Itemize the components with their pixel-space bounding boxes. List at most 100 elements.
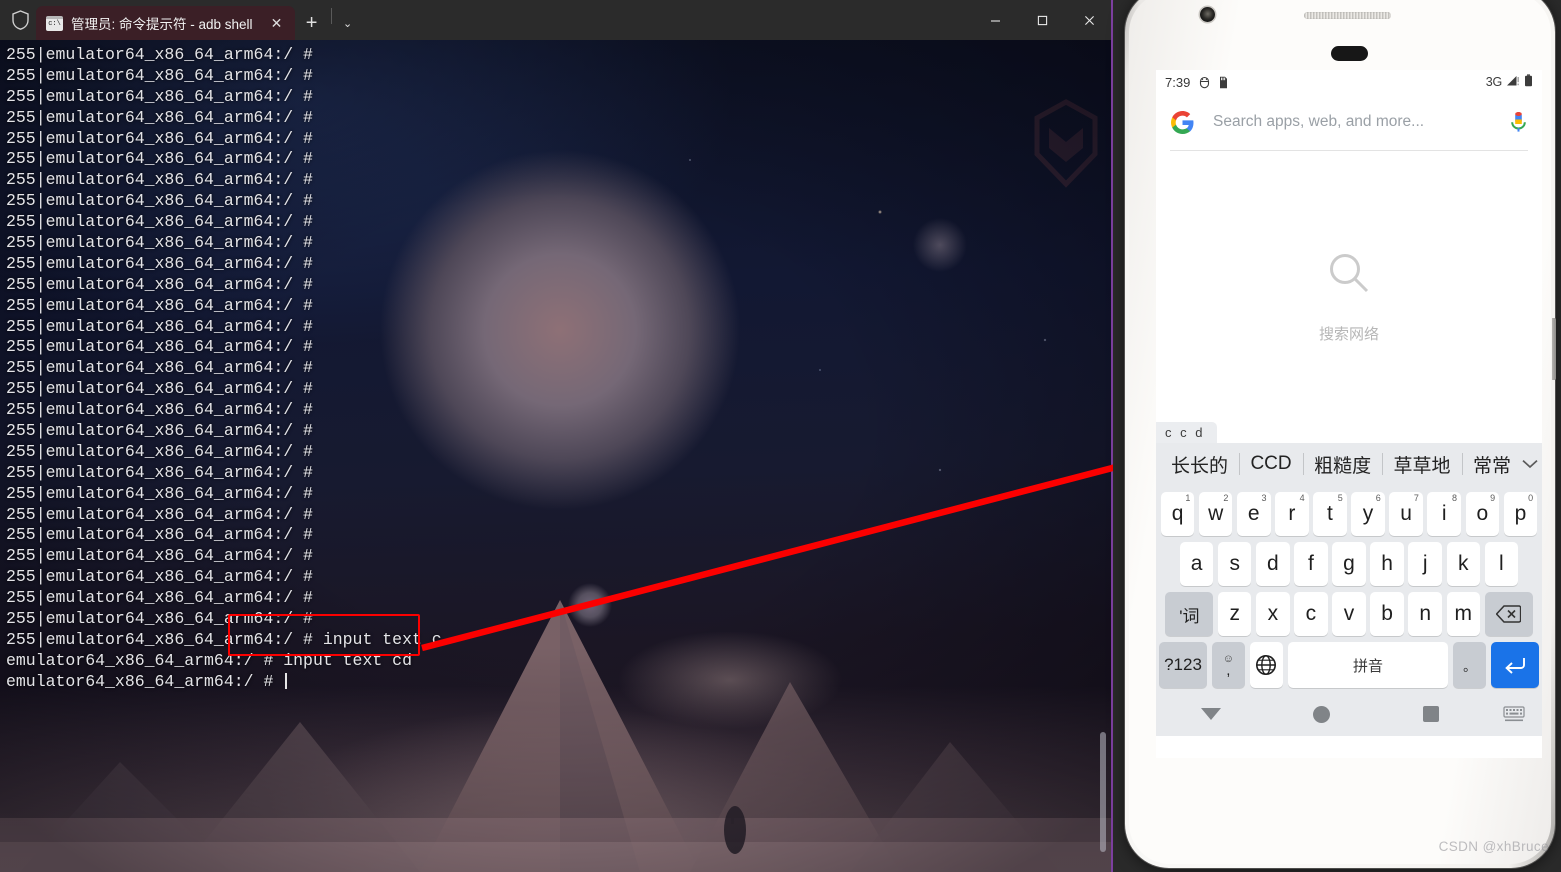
key-number-hint: 7 bbox=[1413, 493, 1419, 503]
key-r[interactable]: 4r bbox=[1275, 492, 1309, 536]
key-shift-word[interactable]: '词 bbox=[1165, 592, 1214, 636]
recents-square-icon bbox=[1423, 706, 1439, 722]
magnifier-icon bbox=[1326, 250, 1372, 296]
back-triangle-icon bbox=[1201, 708, 1221, 720]
candidate-bar: 长长的 CCD 粗糙度 草草地 常常 bbox=[1156, 443, 1542, 485]
maximize-button[interactable] bbox=[1019, 0, 1066, 40]
nav-back-button[interactable] bbox=[1156, 708, 1266, 720]
key-number-hint: 1 bbox=[1185, 493, 1191, 503]
minimize-button[interactable] bbox=[972, 0, 1019, 40]
console-icon: c:\ bbox=[46, 15, 63, 31]
candidate-item[interactable]: 草草地 bbox=[1383, 451, 1462, 478]
network-type-label: 3G bbox=[1485, 75, 1502, 89]
key-number-hint: 5 bbox=[1337, 493, 1343, 503]
power-button[interactable] bbox=[1552, 318, 1556, 380]
key-u[interactable]: 7u bbox=[1389, 492, 1423, 536]
tab-title: 管理员: 命令提示符 - adb shell bbox=[71, 17, 253, 32]
key-w[interactable]: 2w bbox=[1198, 492, 1233, 536]
key-b[interactable]: b bbox=[1370, 592, 1404, 636]
earpiece-speaker bbox=[1304, 12, 1391, 19]
microphone-icon[interactable] bbox=[1509, 110, 1528, 134]
key-emoji-comma[interactable]: ☺ , bbox=[1211, 642, 1246, 688]
globe-icon[interactable] bbox=[1249, 642, 1284, 688]
usb-debug-icon bbox=[1199, 76, 1210, 89]
signal-bars-icon bbox=[1506, 74, 1520, 90]
terminal-output[interactable]: 255|emulator64_x86_64_arm64:/ #255|emula… bbox=[0, 40, 1096, 872]
key-spacebar[interactable]: 拼音 bbox=[1287, 642, 1449, 688]
window-titlebar: c:\ 管理员: 命令提示符 - adb shell ✕ + ⌄ bbox=[0, 0, 1111, 40]
key-x[interactable]: x bbox=[1256, 592, 1290, 636]
key-number-hint: 8 bbox=[1451, 493, 1457, 503]
terminal-tab[interactable]: c:\ 管理员: 命令提示符 - adb shell ✕ bbox=[36, 6, 295, 40]
key-period[interactable]: 。 bbox=[1452, 642, 1487, 688]
key-q[interactable]: 1q bbox=[1160, 492, 1195, 536]
key-g[interactable]: g bbox=[1332, 542, 1366, 586]
key-h[interactable]: h bbox=[1370, 542, 1404, 586]
candidate-item[interactable]: 常常 bbox=[1462, 451, 1522, 478]
key-o[interactable]: 9o bbox=[1465, 492, 1500, 536]
search-input[interactable]: Search apps, web, and more... bbox=[1213, 113, 1509, 131]
nav-home-button[interactable] bbox=[1266, 705, 1376, 723]
key-k[interactable]: k bbox=[1446, 542, 1481, 586]
candidate-item[interactable]: 粗糙度 bbox=[1303, 451, 1382, 478]
phone-area: 7:39 3G Search apps, web, and more... 搜索… bbox=[1113, 0, 1561, 872]
key-a[interactable]: a bbox=[1179, 542, 1214, 586]
close-button[interactable] bbox=[1066, 0, 1111, 40]
empty-state: 搜索网络 bbox=[1156, 151, 1542, 443]
candidate-item[interactable]: 长长的 bbox=[1160, 451, 1239, 478]
google-g-icon bbox=[1170, 110, 1195, 135]
key-i[interactable]: 8i bbox=[1427, 492, 1461, 536]
keyboard-row-3: '词 zxcvbnm bbox=[1156, 592, 1542, 636]
candidate-item[interactable]: CCD bbox=[1239, 453, 1302, 475]
key-m[interactable]: m bbox=[1446, 592, 1481, 636]
nav-recents-button[interactable] bbox=[1376, 706, 1486, 722]
key-s[interactable]: s bbox=[1217, 542, 1252, 586]
key-e[interactable]: 3e bbox=[1237, 492, 1271, 536]
home-circle-icon bbox=[1312, 705, 1330, 723]
enter-icon[interactable] bbox=[1491, 642, 1539, 688]
key-number-hint: 3 bbox=[1261, 493, 1267, 503]
search-bar[interactable]: Search apps, web, and more... bbox=[1156, 94, 1542, 150]
terminal-window: c:\ 管理员: 命令提示符 - adb shell ✕ + ⌄ 255|emu… bbox=[0, 0, 1113, 872]
status-bar: 7:39 3G bbox=[1156, 70, 1542, 94]
key-f[interactable]: f bbox=[1294, 542, 1328, 586]
key-v[interactable]: v bbox=[1332, 592, 1366, 636]
composing-text: c c d bbox=[1156, 422, 1217, 443]
key-l[interactable]: l bbox=[1484, 542, 1519, 586]
nav-keyboard-switch-button[interactable] bbox=[1486, 706, 1542, 722]
sensor-pill bbox=[1331, 46, 1368, 61]
key-z[interactable]: z bbox=[1217, 592, 1252, 636]
scrollbar-thumb[interactable] bbox=[1100, 732, 1106, 852]
tab-close-button[interactable]: ✕ bbox=[267, 13, 287, 33]
keyboard-row-2: asdfghjkl bbox=[1156, 542, 1542, 586]
empty-state-label: 搜索网络 bbox=[1318, 326, 1379, 343]
key-number-hint: 6 bbox=[1375, 493, 1381, 503]
key-number-hint: 2 bbox=[1223, 493, 1229, 503]
key-j[interactable]: j bbox=[1408, 542, 1442, 586]
key-p[interactable]: 0p bbox=[1503, 492, 1538, 536]
terminal-scrollbar[interactable] bbox=[1098, 48, 1108, 860]
key-n[interactable]: n bbox=[1408, 592, 1442, 636]
row3-letters: zxcvbnm bbox=[1217, 592, 1481, 636]
key-number-hint: 9 bbox=[1490, 493, 1496, 503]
front-camera-icon bbox=[1200, 7, 1215, 22]
tab-separator bbox=[330, 8, 332, 24]
key-number-hint: 4 bbox=[1299, 493, 1305, 503]
screenshot-root: c:\ 管理员: 命令提示符 - adb shell ✕ + ⌄ 2 55|emu… bbox=[0, 0, 1561, 872]
key-d[interactable]: d bbox=[1256, 542, 1290, 586]
key-symbols[interactable]: ?123 bbox=[1159, 642, 1207, 688]
shield-icon bbox=[4, 0, 36, 40]
status-time: 7:39 bbox=[1165, 74, 1191, 90]
chevron-down-icon[interactable] bbox=[1522, 445, 1538, 483]
key-number-hint: 0 bbox=[1528, 493, 1534, 503]
battery-icon bbox=[1524, 74, 1533, 90]
key-c[interactable]: c bbox=[1294, 592, 1328, 636]
key-y[interactable]: 6y bbox=[1351, 492, 1385, 536]
key-t[interactable]: 5t bbox=[1313, 492, 1347, 536]
phone-screen: 7:39 3G Search apps, web, and more... 搜索… bbox=[1156, 70, 1542, 758]
backspace-icon[interactable] bbox=[1484, 592, 1533, 636]
keyboard-row-1: 1q2w3e4r5t6y7u8i9o0p bbox=[1156, 485, 1542, 536]
new-tab-button[interactable]: + bbox=[295, 6, 329, 40]
chevron-down-icon[interactable]: ⌄ bbox=[334, 6, 362, 40]
status-right-group: 3G bbox=[1486, 74, 1533, 90]
